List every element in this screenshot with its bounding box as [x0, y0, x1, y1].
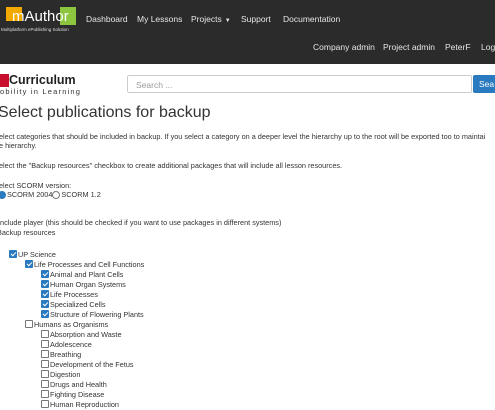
intro-text-1b: e hierarchy. [0, 141, 37, 150]
search-input[interactable]: Search ... [127, 75, 472, 93]
scorm-options: SCORM 2004 SCORM 1.2 [0, 190, 101, 200]
intro-text-1: elect categories that should be included… [0, 132, 486, 141]
tree-item[interactable]: Digestion [41, 370, 80, 380]
nav-dashboard[interactable]: Dashboard [86, 14, 128, 24]
tree-item[interactable]: Animal and Plant Cells [41, 270, 123, 280]
mcurriculum-tagline: obility in Learning [0, 87, 82, 96]
tree-item-label: Digestion [50, 370, 81, 379]
backup-resources-label: Backup resources [0, 228, 56, 237]
tree-item-checkbox[interactable] [41, 390, 49, 399]
tree-item[interactable]: UP Science [9, 250, 56, 260]
tree-item-label: Development of the Fetus [50, 360, 134, 369]
tree-item-checkbox[interactable] [41, 350, 49, 359]
logo-subtitle: Multiplatform ePublishing Solution [1, 27, 69, 32]
tree-item-checkbox[interactable] [41, 340, 49, 349]
nav-company-admin[interactable]: Company admin [313, 42, 375, 52]
nav-documentation[interactable]: Documentation [283, 14, 340, 24]
tree-item-checkbox[interactable] [41, 270, 49, 279]
tree-item[interactable]: Breathing [41, 350, 81, 360]
tree-item[interactable]: Life Processes [41, 290, 98, 300]
include-player-option[interactable]: Include player (this should be checked i… [0, 218, 281, 228]
tree-item-label: Fighting Disease [50, 390, 105, 399]
tree-item-label: Life Processes [50, 290, 98, 299]
tree-item-checkbox[interactable] [41, 280, 49, 289]
nav-support[interactable]: Support [241, 14, 271, 24]
tree-item[interactable]: Drugs and Health [41, 380, 107, 390]
tree-item-checkbox[interactable] [41, 310, 49, 319]
search-button[interactable]: Sea [473, 75, 495, 93]
tree-item-label: UP Science [18, 250, 56, 259]
scorm-2004-label: SCORM 2004 [7, 190, 53, 199]
tree-item-checkbox[interactable] [41, 360, 49, 369]
page-title: Select publications for backup [0, 104, 211, 121]
logo-text: mAuthor [12, 8, 69, 25]
tree-item-checkbox[interactable] [41, 380, 49, 389]
scorm-2004-radio[interactable] [0, 191, 6, 200]
tree-item[interactable]: Fighting Disease [41, 390, 104, 400]
tree-item-label: Animal and Plant Cells [50, 270, 124, 279]
tree-item-checkbox[interactable] [41, 330, 49, 339]
tree-item[interactable]: Human Reproduction [41, 400, 119, 410]
tree-item[interactable]: Absorption and Waste [41, 330, 122, 340]
chevron-down-icon: ▼ [224, 18, 231, 24]
tree-item-label: Human Organ Systems [50, 280, 126, 289]
tree-item-label: Absorption and Waste [50, 330, 122, 339]
scorm-12-label: SCORM 1.2 [61, 190, 101, 199]
nav-project-admin[interactable]: Project admin [383, 42, 435, 52]
tree-item[interactable]: Development of the Fetus [41, 360, 134, 370]
tree-item-checkbox[interactable] [9, 250, 17, 259]
tree-item[interactable]: Human Organ Systems [41, 280, 126, 290]
tree-item-checkbox[interactable] [25, 260, 33, 269]
nav-my-lessons[interactable]: My Lessons [137, 14, 182, 24]
tree-item-label: Specialized Cells [50, 300, 106, 309]
tree-item-label: Breathing [50, 350, 82, 359]
tree-item[interactable]: Humans as Organisms [25, 320, 108, 330]
tree-item-label: Drugs and Health [50, 380, 107, 389]
top-navbar: mAuthor Multiplatform ePublishing Soluti… [0, 0, 495, 64]
tree-item-checkbox[interactable] [41, 400, 49, 409]
intro-text-2: elect the "Backup resources" checkbox to… [0, 161, 343, 170]
tree-item[interactable]: Specialized Cells [41, 300, 106, 310]
tree-item[interactable]: Structure of Flowering Plants [41, 310, 144, 320]
tree-item-checkbox[interactable] [41, 370, 49, 379]
tree-item-checkbox[interactable] [25, 320, 33, 329]
mcurriculum-red-mark [0, 74, 9, 87]
tree-item-label: Structure of Flowering Plants [50, 310, 144, 319]
backup-resources-option[interactable]: Backup resources [0, 228, 55, 238]
tree-item-label: Human Reproduction [50, 400, 119, 409]
nav-projects-label: Projects [191, 14, 222, 24]
scorm-12-radio[interactable] [52, 191, 61, 200]
nav-user[interactable]: PeterF [445, 42, 471, 52]
mcurriculum-name: Curriculum [9, 73, 76, 87]
tree-item-checkbox[interactable] [41, 300, 49, 309]
tree-item-checkbox[interactable] [41, 290, 49, 299]
nav-logout[interactable]: Logout [481, 42, 495, 52]
tree-item[interactable]: Adolescence [41, 340, 92, 350]
mauthor-logo[interactable]: mAuthor Multiplatform ePublishing Soluti… [0, 7, 78, 33]
include-player-label: Include player (this should be checked i… [0, 218, 282, 227]
tree-item-label: Life Processes and Cell Functions [34, 260, 145, 269]
tree-item-label: Adolescence [50, 340, 92, 349]
tree-item-label: Humans as Organisms [34, 320, 109, 329]
nav-projects[interactable]: Projects ▼ [191, 14, 231, 24]
tree-item[interactable]: Life Processes and Cell Functions [25, 260, 144, 270]
